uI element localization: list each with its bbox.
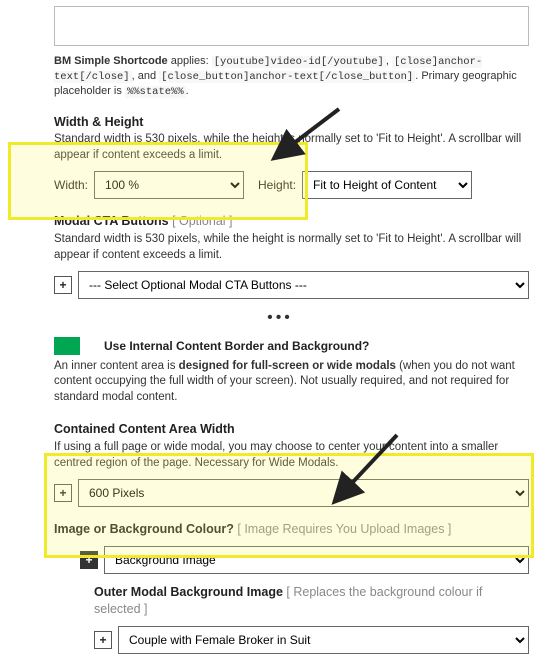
imgbg-select[interactable]: Background Image [104, 546, 529, 574]
border-desc: An inner content area is designed for fu… [54, 359, 529, 406]
contained-width-title: Contained Content Area Width [54, 421, 529, 438]
border-toggle[interactable] [54, 337, 98, 355]
border-toggle-label: Use Internal Content Border and Backgrou… [104, 338, 369, 354]
imgbg-title: Image or Background Colour? [ Image Requ… [54, 521, 529, 538]
outer-bg-select[interactable]: Couple with Female Broker in Suit [118, 626, 529, 654]
expand-icon[interactable]: + [80, 551, 98, 569]
shortcode-state: %%state%% [125, 86, 186, 98]
modal-cta-select[interactable]: --- Select Optional Modal CTA Buttons --… [78, 271, 529, 299]
shortcode-label: BM Simple Shortcode [54, 55, 168, 67]
width-height-title: Width & Height [54, 114, 529, 131]
height-select[interactable]: Fit to Height of Content [302, 171, 472, 199]
width-label: Width: [54, 177, 88, 193]
expand-icon[interactable]: + [94, 631, 112, 649]
divider-dots-icon: ••• [12, 307, 548, 329]
border-toggle-row: Use Internal Content Border and Backgrou… [54, 337, 529, 355]
modal-cta-desc: Standard width is 530 pixels, while the … [54, 232, 529, 263]
shortcode-youtube: [youtube]video-id[/youtube] [212, 56, 386, 68]
expand-icon[interactable]: + [54, 484, 72, 502]
width-height-row: Width: 100 % Height: Fit to Height of Co… [54, 171, 529, 199]
modal-cta-title: Modal CTA Buttons [ Optional ] [54, 213, 529, 230]
outer-bg-title: Outer Modal Background Image [ Replaces … [94, 584, 529, 618]
contained-width-desc: If using a full page or wide modal, you … [54, 440, 529, 471]
contained-width-select[interactable]: 600 Pixels [78, 479, 529, 507]
width-select[interactable]: 100 % [94, 171, 244, 199]
content-preview-box [54, 6, 529, 46]
shortcode-close-button: [close_button]anchor-text[/close_button] [159, 71, 415, 83]
width-height-desc: Standard width is 530 pixels, while the … [54, 132, 529, 163]
expand-icon[interactable]: + [54, 276, 72, 294]
height-label: Height: [258, 177, 296, 193]
shortcode-help: BM Simple Shortcode applies: [youtube]vi… [54, 54, 529, 100]
